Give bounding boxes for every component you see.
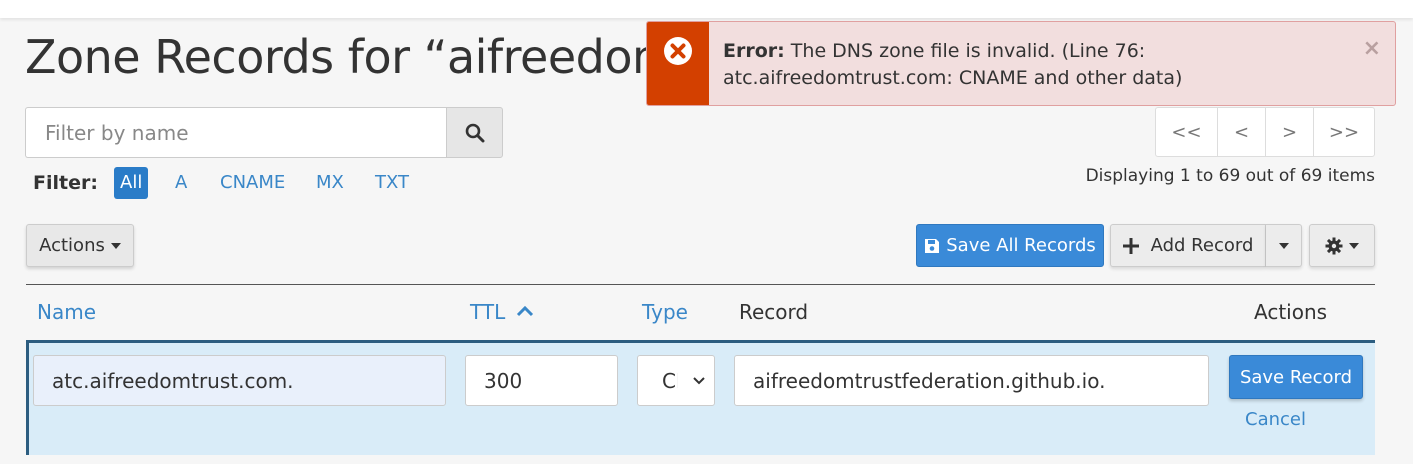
column-header-actions: Actions [1254,300,1328,324]
pagination-summary: Displaying 1 to 69 out of 69 items [1085,166,1375,186]
filter-mx[interactable]: MX [310,167,350,199]
error-alert: Error: The DNS zone file is invalid. (Li… [646,21,1396,106]
save-record-button[interactable]: Save Record [1229,355,1363,399]
caret-down-icon [1349,242,1359,249]
first-page-button[interactable]: << [1156,108,1218,156]
chevron-down-icon [693,377,705,385]
filter-a[interactable]: A [169,167,193,199]
search-field[interactable] [25,107,446,158]
filter-txt[interactable]: TXT [369,167,415,199]
settings-dropdown-button[interactable] [1309,224,1375,267]
record-ttl-input[interactable]: 300 [465,355,618,406]
sort-ascending-icon [516,305,533,317]
error-circle-icon [664,37,692,65]
filter-cname[interactable]: CNAME [214,167,291,199]
column-header-name[interactable]: Name [37,300,96,324]
column-header-ttl-label: TTL [470,300,506,324]
table-divider [26,284,1375,285]
add-record-label: Add Record [1150,235,1254,256]
record-type-value: CNAME [662,368,678,393]
record-value-input[interactable]: aifreedomtrustfederation.github.io. [734,355,1209,406]
alert-title: Error: [723,40,785,62]
column-header-record: Record [739,300,809,324]
save-all-label: Save All Records [946,235,1096,256]
top-bar [0,0,1413,18]
prev-page-button[interactable]: < [1218,108,1266,156]
next-page-button[interactable]: > [1266,108,1314,156]
gear-icon [1325,237,1343,254]
alert-icon-column [647,22,709,105]
actions-label: Actions [39,235,105,256]
add-record-options-button[interactable] [1266,224,1302,267]
close-icon[interactable]: × [1363,36,1381,61]
alert-body: The DNS zone file is invalid. (Line 76: … [723,40,1183,89]
cancel-link[interactable]: Cancel [1245,409,1306,430]
column-header-type[interactable]: Type [642,300,688,324]
save-all-records-button[interactable]: Save All Records [916,224,1104,267]
record-name-input[interactable]: atc.aifreedomtrust.com. [33,355,446,406]
floppy-disk-icon [925,238,940,253]
actions-dropdown-button[interactable]: Actions [26,224,134,267]
add-record-button[interactable]: Add Record [1110,224,1266,267]
search-input[interactable] [26,108,446,157]
column-header-ttl[interactable]: TTL [470,300,534,324]
search-button[interactable] [446,107,503,158]
page-title: Zone Records for “aifreedomtrust.com” [25,30,665,84]
record-type-select[interactable]: CNAME [637,355,715,406]
last-page-button[interactable]: >> [1314,108,1374,156]
pagination: << < > >> [1155,107,1375,157]
filter-label: Filter: [33,172,98,194]
search-icon [465,123,484,142]
alert-message: Error: The DNS zone file is invalid. (Li… [723,38,1335,92]
filter-all[interactable]: All [114,167,149,199]
caret-down-icon [1278,242,1289,249]
caret-down-icon [110,242,121,249]
plus-icon [1122,237,1139,254]
